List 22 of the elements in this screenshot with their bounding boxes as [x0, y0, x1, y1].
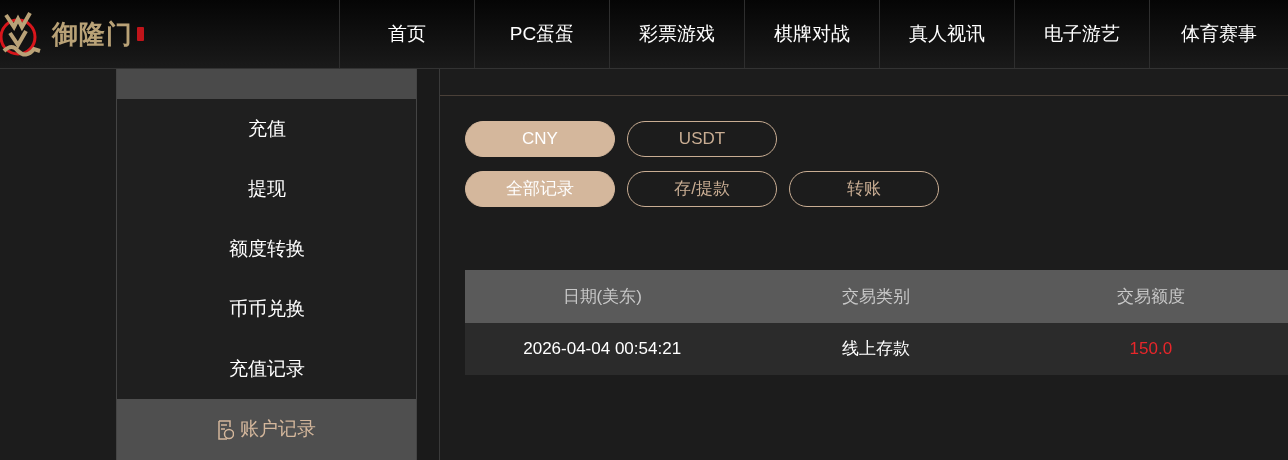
sidebar-item[interactable]: 充值记录: [117, 339, 416, 399]
column-header: 交易额度: [1115, 285, 1186, 308]
sidebar-item[interactable]: 充值: [117, 99, 416, 159]
sidebar-item[interactable]: 额度转换: [117, 219, 416, 279]
sidebar-section[interactable]: 账户记录: [117, 399, 416, 460]
nav-link[interactable]: 真人视讯: [879, 0, 1014, 68]
logo-text: 御隆门: [52, 17, 133, 51]
sidebar-item[interactable]: 提现: [117, 159, 416, 219]
table-cell-text: 线上存款: [841, 338, 912, 361]
nav-link[interactable]: 棋牌对战: [744, 0, 879, 68]
nav-link[interactable]: 电子游艺: [1014, 0, 1149, 68]
receipt-icon: [217, 419, 234, 440]
nav-link[interactable]: 体育赛事: [1149, 0, 1288, 68]
nav-link[interactable]: 彩票游戏: [609, 0, 744, 68]
amount-cell-text: 150.0: [1128, 338, 1174, 361]
seal-icon: [137, 27, 144, 41]
column-header: 交易类别: [841, 285, 912, 308]
nav-link[interactable]: 首页: [339, 0, 474, 68]
sidebar-item[interactable]: 币币兑换: [117, 279, 416, 339]
column-header: 日期(美东): [561, 285, 643, 308]
table-cell-text: 2026-04-04 00:54:21: [522, 338, 683, 361]
nav-link[interactable]: PC蛋蛋: [474, 0, 609, 68]
